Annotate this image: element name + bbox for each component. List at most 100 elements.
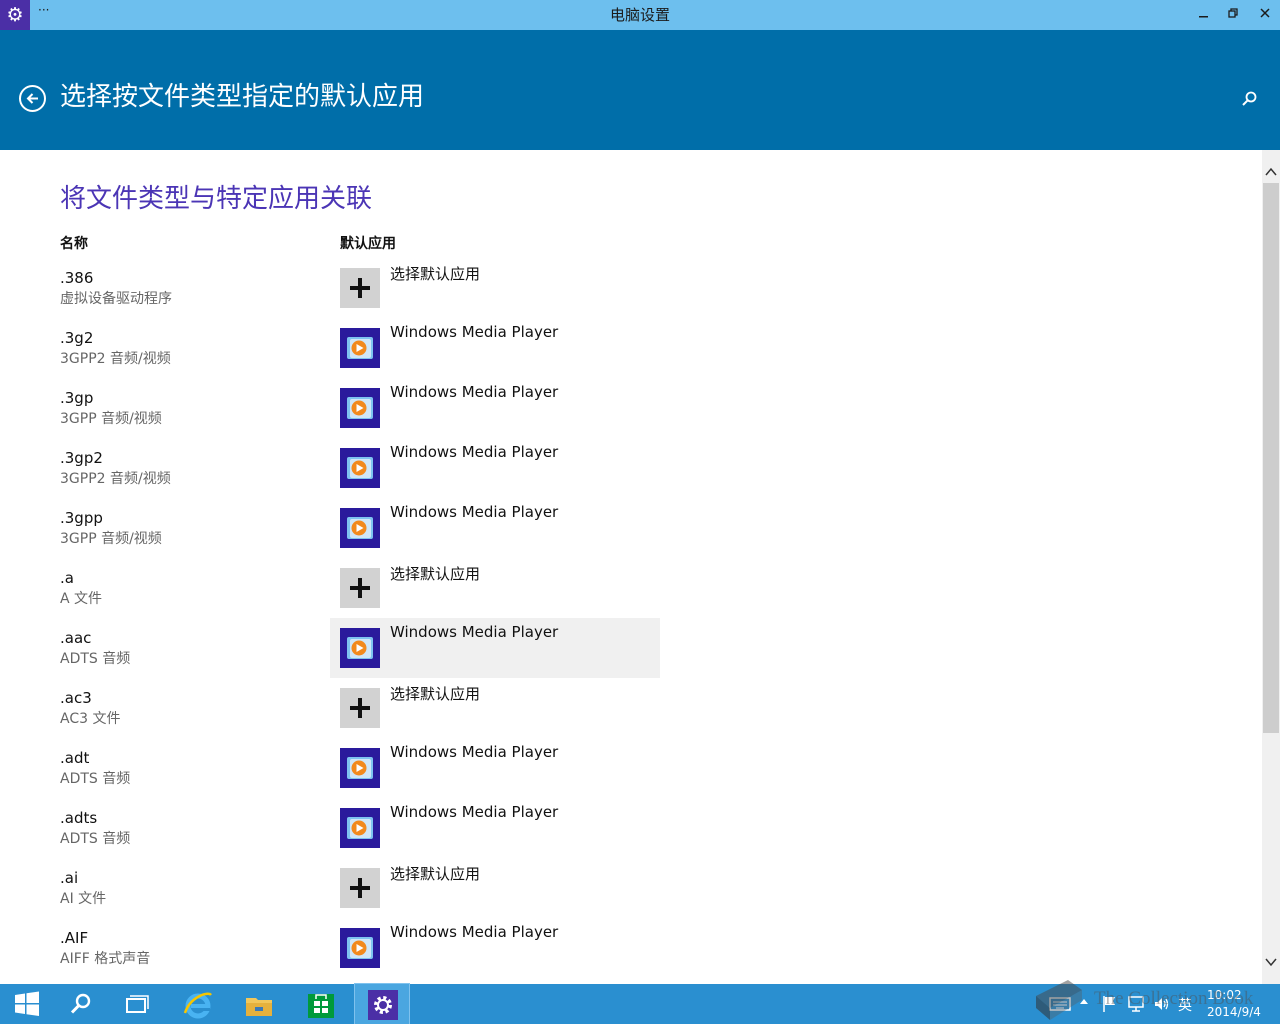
file-extension: .3gpp <box>60 509 103 527</box>
default-app-name: Windows Media Player <box>390 743 559 761</box>
scroll-down-arrow-icon[interactable] <box>1264 954 1278 968</box>
close-button[interactable] <box>1250 0 1280 30</box>
default-app-button[interactable]: Windows Media Player <box>330 918 660 978</box>
plus-icon <box>340 568 380 608</box>
search-button[interactable] <box>54 984 108 1024</box>
settings-gear-icon[interactable]: ⚙ <box>0 0 30 30</box>
file-extension: .ac3 <box>60 689 92 707</box>
file-extension: .3g2 <box>60 329 94 347</box>
file-type-description: ADTS 音频 <box>60 831 131 847</box>
file-type-description: 3GPP2 音频/视频 <box>60 351 171 367</box>
search-icon <box>70 993 91 1014</box>
file-type-row: .AIF AIFF 格式声音 Windows Media Player <box>0 922 1262 982</box>
store-icon <box>308 994 334 1018</box>
page-title: 选择按文件类型指定的默认应用 <box>60 82 425 112</box>
start-button[interactable] <box>0 984 54 1024</box>
plus-icon <box>340 868 380 908</box>
default-app-name: 选择默认应用 <box>390 865 481 883</box>
file-type-row: .adts ADTS 音频 Windows Media Player <box>0 802 1262 862</box>
internet-explorer-button[interactable] <box>170 984 224 1024</box>
file-explorer-button[interactable] <box>231 984 285 1024</box>
file-type-description: ADTS 音频 <box>60 771 131 787</box>
task-view-button[interactable] <box>110 984 164 1024</box>
file-extension: .AIF <box>60 929 89 947</box>
default-app-name: 选择默认应用 <box>390 685 481 703</box>
back-button[interactable] <box>19 85 46 112</box>
magnifier-icon <box>1242 91 1257 106</box>
default-app-name: Windows Media Player <box>390 803 559 821</box>
default-app-name: Windows Media Player <box>390 923 559 941</box>
default-app-button[interactable]: Windows Media Player <box>330 798 660 858</box>
default-app-button[interactable]: Windows Media Player <box>330 438 660 498</box>
section-heading: 将文件类型与特定应用关联 <box>60 184 373 214</box>
internet-explorer-icon <box>183 992 212 1019</box>
default-app-button[interactable]: Windows Media Player <box>330 378 660 438</box>
task-view-icon <box>126 995 149 1013</box>
settings-gear-icon <box>368 990 398 1020</box>
file-type-row: .386 虚拟设备驱动程序 选择默认应用 <box>0 262 1262 322</box>
file-extension: .3gp2 <box>60 449 103 467</box>
file-type-description: 3GPP 音频/视频 <box>60 411 162 427</box>
file-extension: .aac <box>60 629 92 647</box>
scrollbar-thumb[interactable] <box>1263 183 1279 733</box>
close-icon <box>1260 8 1270 18</box>
windows-media-player-icon <box>340 328 380 368</box>
file-type-row: .aac ADTS 音频 Windows Media Player <box>0 618 1262 682</box>
file-type-description: AI 文件 <box>60 891 107 907</box>
file-type-description: A 文件 <box>60 591 103 607</box>
windows-media-player-icon <box>340 748 380 788</box>
pc-settings-button[interactable] <box>354 983 410 1024</box>
default-app-name: 选择默认应用 <box>390 565 481 583</box>
windows-media-player-icon <box>340 508 380 548</box>
minimize-button[interactable] <box>1188 0 1218 30</box>
file-type-row: .3gp 3GPP 音频/视频 Windows Media Player <box>0 382 1262 442</box>
file-type-list: .386 虚拟设备驱动程序 选择默认应用 .3g2 3GPP2 音频/视频 Windows… <box>0 262 1262 982</box>
windows-media-player-icon <box>340 808 380 848</box>
default-app-button[interactable]: Windows Media Player <box>330 318 660 378</box>
default-app-name: 选择默认应用 <box>390 265 481 283</box>
folder-icon <box>246 998 272 1016</box>
file-type-row: .adt ADTS 音频 Windows Media Player <box>0 742 1262 802</box>
windows-media-player-icon <box>340 928 380 968</box>
default-app-name: Windows Media Player <box>390 383 559 401</box>
column-header-default-app: 默认应用 <box>340 236 396 252</box>
windows-media-player-icon <box>340 448 380 488</box>
file-extension: .a <box>60 569 74 587</box>
plus-icon <box>340 688 380 728</box>
file-type-row: .ai AI 文件 选择默认应用 <box>0 862 1262 922</box>
search-icon[interactable] <box>1238 89 1260 111</box>
file-type-description: 3GPP 音频/视频 <box>60 531 162 547</box>
choose-default-app-button[interactable]: 选择默认应用 <box>330 558 660 618</box>
file-type-row: .3g2 3GPP2 音频/视频 Windows Media Player <box>0 322 1262 382</box>
default-app-name: Windows Media Player <box>390 503 559 521</box>
file-type-description: AIFF 格式声音 <box>60 951 151 967</box>
file-type-description: 3GPP2 音频/视频 <box>60 471 171 487</box>
file-type-row: .3gpp 3GPP 音频/视频 Windows Media Player <box>0 502 1262 562</box>
windows-media-player-icon <box>340 388 380 428</box>
file-type-row: .3gp2 3GPP2 音频/视频 Windows Media Player <box>0 442 1262 502</box>
file-extension: .386 <box>60 269 94 287</box>
restore-icon <box>1228 8 1238 18</box>
store-button[interactable] <box>293 984 347 1024</box>
file-extension: .adts <box>60 809 98 827</box>
choose-default-app-button[interactable]: 选择默认应用 <box>330 678 660 738</box>
column-header-name: 名称 <box>60 236 88 252</box>
default-app-button[interactable]: Windows Media Player <box>330 498 660 558</box>
choose-default-app-button[interactable]: 选择默认应用 <box>330 858 660 918</box>
scroll-up-arrow-icon[interactable] <box>1264 164 1278 178</box>
default-app-name: Windows Media Player <box>390 323 559 341</box>
file-type-description: AC3 文件 <box>60 711 121 727</box>
default-app-button[interactable]: Windows Media Player <box>330 618 660 678</box>
back-arrow-icon <box>26 93 38 104</box>
file-type-description: 虚拟设备驱动程序 <box>60 291 172 307</box>
app-commands-menu[interactable]: ··· <box>38 3 49 17</box>
file-extension: .adt <box>60 749 90 767</box>
windows-logo-icon <box>15 991 39 1016</box>
watermark-text: The Collection Book <box>1094 988 1254 1009</box>
choose-default-app-button[interactable]: 选择默认应用 <box>330 258 660 318</box>
vertical-scrollbar[interactable] <box>1262 150 1280 984</box>
page-header: 选择按文件类型指定的默认应用 <box>0 30 1280 150</box>
restore-button[interactable] <box>1218 0 1248 30</box>
default-app-button[interactable]: Windows Media Player <box>330 738 660 798</box>
file-type-row: .a A 文件 选择默认应用 <box>0 562 1262 622</box>
